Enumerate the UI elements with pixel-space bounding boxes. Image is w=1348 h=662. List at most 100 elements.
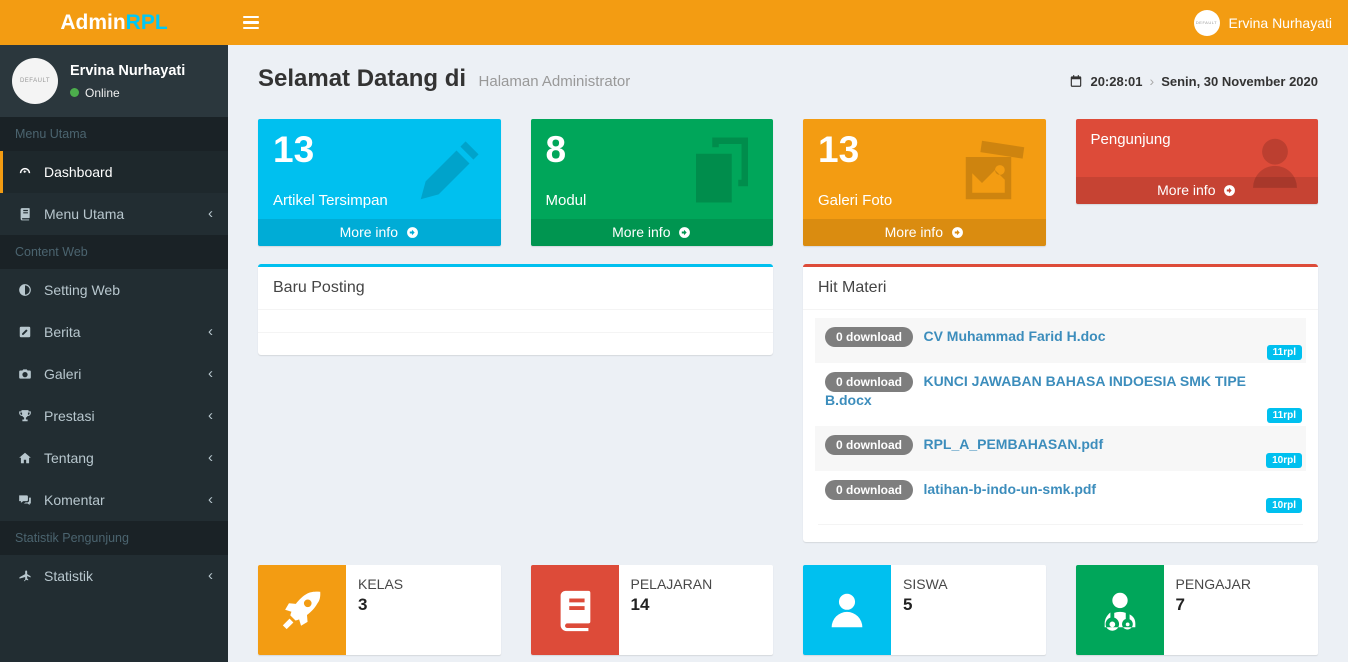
stat-label: KELAS xyxy=(358,576,403,592)
more-info-link[interactable]: More info xyxy=(1076,177,1319,204)
info-box-label: Galeri Foto xyxy=(818,192,1031,209)
trophy-icon xyxy=(15,409,34,423)
user-name: Ervina Nurhayati xyxy=(1229,15,1333,31)
plane-icon xyxy=(15,569,34,583)
info-box-galeri: 13 Galeri Foto More info xyxy=(803,119,1046,246)
info-box-label: Artikel Tersimpan xyxy=(273,192,486,209)
chevron-left-icon: ‹ xyxy=(208,495,213,505)
calendar-icon xyxy=(1069,74,1083,88)
sidebar-item-galeri[interactable]: Galeri ‹ xyxy=(0,353,228,395)
list-item: 0 download KUNCI JAWABAN BAHASA INDOESIA… xyxy=(815,363,1306,426)
sidebar-item-komentar[interactable]: Komentar ‹ xyxy=(0,479,228,521)
stat-box-pelajaran: PELAJARAN 14 xyxy=(531,565,774,655)
chevron-left-icon: ‹ xyxy=(208,411,213,421)
arrow-circle-right-icon xyxy=(406,226,419,239)
sidebar-item-setting-web[interactable]: Setting Web xyxy=(0,269,228,311)
sidebar-item-menu-utama[interactable]: Menu Utama ‹ xyxy=(0,193,228,235)
arrow-circle-right-icon xyxy=(951,226,964,239)
menu-section-content-web: Content Web xyxy=(0,235,228,269)
download-count-badge: 0 download xyxy=(825,435,913,455)
rocket-icon xyxy=(258,565,346,655)
user-status: Online xyxy=(70,86,185,100)
baru-posting-panel: Baru Posting xyxy=(258,264,773,355)
panel-row: Baru Posting Hit Materi 0 download CV Mu… xyxy=(258,264,1318,542)
status-label: Online xyxy=(85,86,120,100)
avatar: DEFAULT xyxy=(1194,10,1220,36)
sidebar-item-label: Menu Utama xyxy=(44,206,198,222)
info-box-value: 8 xyxy=(546,131,759,168)
chevron-left-icon: ‹ xyxy=(208,571,213,581)
app-logo[interactable]: AdminRPL xyxy=(0,0,228,45)
chevron-left-icon: ‹ xyxy=(208,369,213,379)
class-badge: 11rpl xyxy=(1267,408,1302,423)
sidebar: DEFAULT Ervina Nurhayati Online Menu Uta… xyxy=(0,45,228,662)
pencil-square-icon xyxy=(15,325,34,339)
sidebar-item-label: Komentar xyxy=(44,492,198,508)
stat-box-pengajar: PENGAJAR 7 xyxy=(1076,565,1319,655)
sidebar-item-statistik[interactable]: Statistik ‹ xyxy=(0,555,228,597)
sidebar-item-label: Galeri xyxy=(44,366,198,382)
logo-primary: Admin xyxy=(60,11,125,35)
sidebar-item-label: Tentang xyxy=(44,450,198,466)
stat-label: PELAJARAN xyxy=(631,576,713,592)
sidebar-item-tentang[interactable]: Tentang ‹ xyxy=(0,437,228,479)
list-item: 0 download latihan-b-indo-un-smk.pdf 10r… xyxy=(815,471,1306,516)
sidebar-item-label: Berita xyxy=(44,324,198,340)
sidebar-item-label: Setting Web xyxy=(44,282,213,298)
stat-box-siswa: SISWA 5 xyxy=(803,565,1046,655)
user-menu[interactable]: DEFAULT Ervina Nurhayati xyxy=(1194,0,1348,45)
download-count-badge: 0 download xyxy=(825,372,913,392)
info-box-value: 13 xyxy=(818,131,1031,168)
sidebar-user-panel: DEFAULT Ervina Nurhayati Online xyxy=(0,45,228,117)
camera-icon xyxy=(15,367,34,381)
panel-title: Hit Materi xyxy=(803,267,1318,310)
file-link[interactable]: RPL_A_PEMBAHASAN.pdf xyxy=(923,436,1103,452)
panel-title: Baru Posting xyxy=(258,267,773,309)
sidebar-item-label: Dashboard xyxy=(44,164,213,180)
chevron-left-icon: ‹ xyxy=(208,453,213,463)
online-dot-icon xyxy=(70,88,79,97)
class-badge: 11rpl xyxy=(1267,345,1302,360)
more-info-link[interactable]: More info xyxy=(803,219,1046,246)
hit-materi-list: 0 download CV Muhammad Farid H.doc 11rpl… xyxy=(803,310,1318,542)
sidebar-item-dashboard[interactable]: Dashboard xyxy=(0,151,228,193)
menu-section-statistik-pengunjung: Statistik Pengunjung xyxy=(0,521,228,555)
file-link[interactable]: CV Muhammad Farid H.doc xyxy=(923,328,1105,344)
info-box-value: 13 xyxy=(273,131,486,168)
home-icon xyxy=(15,451,34,465)
more-info-link[interactable]: More info xyxy=(258,219,501,246)
class-badge: 10rpl xyxy=(1266,498,1302,513)
list-item: 0 download RPL_A_PEMBAHASAN.pdf 10rpl xyxy=(815,426,1306,471)
sidebar-item-label: Prestasi xyxy=(44,408,198,424)
info-box-label: Modul xyxy=(546,192,759,209)
teacher-icon xyxy=(1076,565,1164,655)
menu-section-menu-utama: Menu Utama xyxy=(0,117,228,151)
sidebar-toggle-icon[interactable] xyxy=(228,0,274,45)
empty-list-row xyxy=(258,332,773,355)
download-count-badge: 0 download xyxy=(825,480,913,500)
clock: 20:28:01 xyxy=(1090,74,1142,89)
info-box-row: 13 Artikel Tersimpan More info 8 Modul M… xyxy=(258,119,1318,246)
info-box-label: Pengunjung xyxy=(1091,131,1304,148)
breadcrumb-separator: › xyxy=(1150,73,1155,89)
book-icon xyxy=(531,565,619,655)
sidebar-item-prestasi[interactable]: Prestasi ‹ xyxy=(0,395,228,437)
stat-value: 7 xyxy=(1176,595,1251,615)
stat-label: PENGAJAR xyxy=(1176,576,1251,592)
date: Senin, 30 November 2020 xyxy=(1161,74,1318,89)
chevron-left-icon: ‹ xyxy=(208,327,213,337)
comments-icon xyxy=(15,493,34,507)
info-box-artikel: 13 Artikel Tersimpan More info xyxy=(258,119,501,246)
chevron-left-icon: ‹ xyxy=(208,209,213,219)
clock-date: 20:28:01 › Senin, 30 November 2020 xyxy=(1069,73,1318,89)
more-info-link[interactable]: More info xyxy=(531,219,774,246)
stat-value: 3 xyxy=(358,595,403,615)
sidebar-user-name: Ervina Nurhayati xyxy=(70,63,185,79)
info-box-pengunjung: Pengunjung More info xyxy=(1076,119,1319,204)
navbar: DEFAULT Ervina Nurhayati xyxy=(228,0,1348,45)
file-link[interactable]: latihan-b-indo-un-smk.pdf xyxy=(923,481,1096,497)
sidebar-item-berita[interactable]: Berita ‹ xyxy=(0,311,228,353)
book-icon xyxy=(15,207,34,221)
stat-box-row: KELAS 3 PELAJARAN 14 SISWA xyxy=(258,565,1318,655)
panel-footer xyxy=(818,524,1303,542)
